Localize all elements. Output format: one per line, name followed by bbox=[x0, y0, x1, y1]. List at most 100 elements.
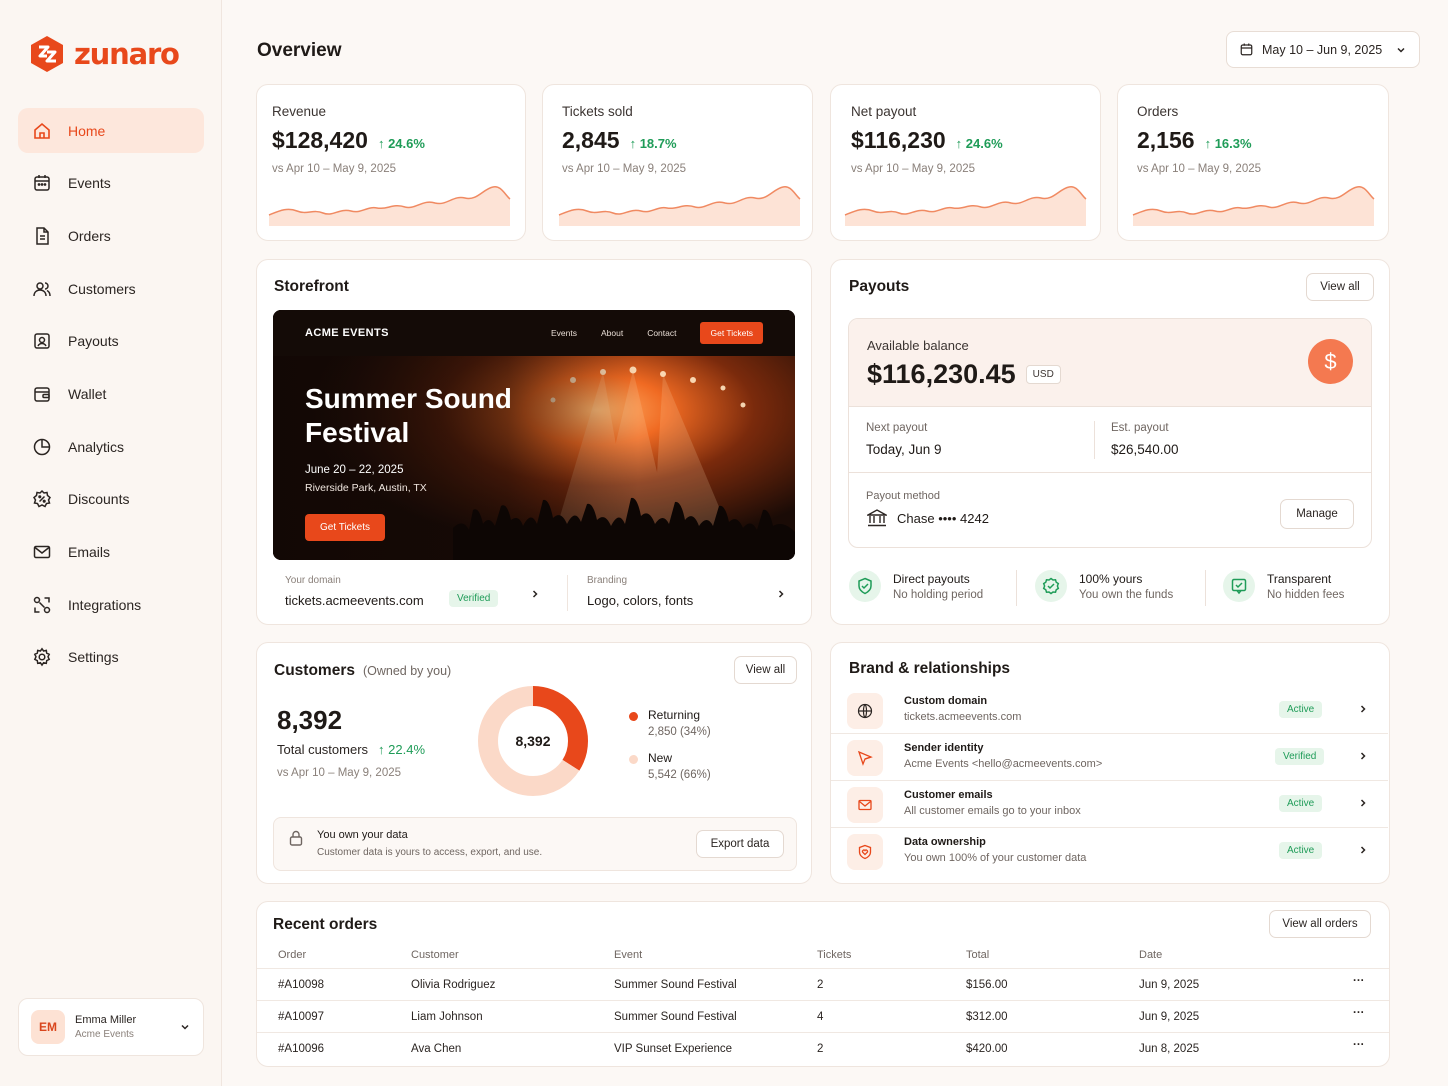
feature-subtitle: No hidden fees bbox=[1267, 588, 1345, 601]
customers-delta-value: 22.4% bbox=[388, 742, 426, 757]
order-tickets: 4 bbox=[817, 1011, 824, 1023]
sidebar-item-label: Integrations bbox=[68, 596, 142, 613]
send-icon bbox=[847, 740, 883, 776]
integrations-icon bbox=[33, 596, 51, 613]
stat-label: Net payout bbox=[851, 104, 917, 119]
brand-row-data-ownership[interactable]: Data ownership You own 100% of your cust… bbox=[831, 828, 1388, 875]
divider bbox=[1016, 570, 1017, 606]
feature-direct-payouts: Direct payouts No holding period bbox=[849, 570, 983, 602]
pie-chart-icon bbox=[33, 438, 51, 455]
storefront-preview-brand: ACME EVENTS bbox=[305, 327, 389, 339]
order-customer: Olivia Rodriguez bbox=[411, 979, 496, 991]
logo[interactable]: zunaro bbox=[28, 34, 180, 74]
status-badge: Verified bbox=[1275, 748, 1325, 765]
order-total: $420.00 bbox=[966, 1043, 1008, 1055]
next-payout-value: Today, Jun 9 bbox=[866, 442, 942, 457]
table-row[interactable]: #A10097 Liam Johnson Summer Sound Festiv… bbox=[257, 1000, 1389, 1032]
customers-header: Customers (Owned by you) bbox=[274, 662, 451, 680]
storefront-preview[interactable]: ACME EVENTS Events About Contact Get Tic… bbox=[273, 310, 795, 560]
stat-value-row: 2,845 ↑ 18.7% bbox=[562, 127, 677, 154]
chevron-right-icon bbox=[778, 590, 784, 598]
dollar-icon: $ bbox=[1308, 339, 1353, 384]
calendar-icon bbox=[1240, 43, 1253, 56]
more-actions-icon[interactable]: ··· bbox=[1353, 1039, 1365, 1051]
sidebar: zunaro Home Events Orders Customers Payo… bbox=[0, 0, 222, 1086]
stat-compare: vs Apr 10 – May 9, 2025 bbox=[851, 163, 976, 175]
customers-card: Customers (Owned by you) View all 8,392 … bbox=[256, 642, 812, 884]
stat-label: Revenue bbox=[272, 104, 327, 119]
recent-orders-title: Recent orders bbox=[273, 916, 378, 933]
brand-row-sender-identity[interactable]: Sender identity Acme Events <hello@acmee… bbox=[831, 734, 1388, 781]
customers-subtitle: (Owned by you) bbox=[362, 664, 452, 678]
stat-compare: vs Apr 10 – May 9, 2025 bbox=[562, 163, 687, 175]
sidebar-item-label: Emails bbox=[68, 544, 111, 560]
sidebar-item-wallet[interactable]: Wallet bbox=[18, 371, 204, 416]
storefront-preview-link[interactable]: Contact bbox=[647, 328, 676, 338]
storefront-preview-link[interactable]: Events bbox=[551, 328, 577, 338]
badge-check-icon bbox=[1035, 570, 1067, 602]
payouts-view-all-button[interactable]: View all bbox=[1306, 273, 1374, 301]
user-org: Acme Events bbox=[75, 1029, 134, 1040]
more-actions-icon[interactable]: ··· bbox=[1353, 1007, 1365, 1019]
payout-method-label: Payout method bbox=[866, 490, 940, 502]
receipt-check-icon bbox=[1223, 570, 1255, 602]
stat-value: 2,156 bbox=[1137, 127, 1195, 153]
legend-new-label: New bbox=[648, 751, 673, 765]
order-customer: Ava Chen bbox=[411, 1043, 462, 1055]
table-row[interactable]: #A10096 Ava Chen VIP Sunset Experience 2… bbox=[257, 1032, 1389, 1064]
balance-row: $116,230.45 USD bbox=[867, 359, 1061, 390]
date-range-label: May 10 – Jun 9, 2025 bbox=[1262, 42, 1383, 57]
brand-row-custom-domain[interactable]: Custom domain tickets.acmeevents.com Act… bbox=[831, 687, 1388, 734]
column-header: Total bbox=[966, 949, 990, 961]
est-payout-label: Est. payout bbox=[1111, 422, 1169, 434]
shield-heart-icon bbox=[847, 834, 883, 870]
table-row[interactable]: #A10098 Olivia Rodriguez Summer Sound Fe… bbox=[257, 968, 1389, 1000]
user-menu[interactable]: EM Emma Miller Acme Events bbox=[18, 998, 204, 1056]
sidebar-item-integrations[interactable]: Integrations bbox=[18, 582, 204, 627]
domain-row[interactable]: Your domain tickets.acmeevents.com Verif… bbox=[273, 572, 547, 616]
sidebar-item-orders[interactable]: Orders bbox=[18, 213, 204, 258]
more-actions-icon[interactable]: ··· bbox=[1353, 975, 1365, 987]
chevron-down-icon bbox=[181, 1024, 189, 1030]
page-title: Overview bbox=[257, 40, 342, 61]
payout-schedule: Next payout Today, Jun 9 Est. payout $26… bbox=[849, 407, 1371, 473]
manage-payout-method-button[interactable]: Manage bbox=[1280, 499, 1354, 529]
export-data-button[interactable]: Export data bbox=[696, 830, 784, 858]
domain-label: Your domain bbox=[285, 575, 341, 586]
balance-label: Available balance bbox=[867, 338, 969, 353]
customers-total-label: Total customers bbox=[277, 742, 369, 757]
sidebar-item-emails[interactable]: Emails bbox=[18, 530, 204, 575]
brand-row-title: Customer emails bbox=[904, 789, 993, 801]
feature-title: Direct payouts bbox=[893, 571, 970, 586]
balance-header: Available balance $116,230.45 USD $ bbox=[849, 319, 1371, 407]
customers-compare: vs Apr 10 – May 9, 2025 bbox=[277, 767, 402, 779]
stat-value: 2,845 bbox=[562, 127, 620, 153]
sparkline bbox=[268, 186, 511, 226]
feature-100-yours: 100% yours You own the funds bbox=[1035, 570, 1173, 602]
sidebar-item-payouts[interactable]: Payouts bbox=[18, 319, 204, 364]
customers-view-all-button[interactable]: View all bbox=[734, 656, 797, 684]
sparkline bbox=[558, 186, 801, 226]
storefront-preview-link[interactable]: About bbox=[601, 328, 623, 338]
branding-label: Branding bbox=[587, 575, 628, 586]
view-all-orders-button[interactable]: View all orders bbox=[1269, 910, 1371, 938]
sidebar-item-customers[interactable]: Customers bbox=[18, 266, 204, 311]
brand-row-customer-emails[interactable]: Customer emails All customer emails go t… bbox=[831, 781, 1388, 828]
storefront-preview-nav-cta[interactable]: Get Tickets bbox=[700, 322, 763, 344]
date-range-picker[interactable]: May 10 – Jun 9, 2025 bbox=[1226, 31, 1420, 68]
storefront-preview-cta[interactable]: Get Tickets bbox=[305, 514, 386, 541]
sparkline bbox=[1132, 186, 1375, 226]
brand-row-subtitle: All customer emails go to your inbox bbox=[904, 805, 1081, 817]
payouts-title: Payouts bbox=[849, 278, 910, 295]
stat-label: Orders bbox=[1137, 104, 1179, 119]
order-event: VIP Sunset Experience bbox=[614, 1043, 733, 1055]
sidebar-item-settings[interactable]: Settings bbox=[18, 635, 204, 680]
sidebar-item-analytics[interactable]: Analytics bbox=[18, 424, 204, 469]
brand-row-subtitle: Acme Events <hello@acmeevents.com> bbox=[904, 758, 1103, 770]
sidebar-item-home[interactable]: Home bbox=[18, 108, 204, 153]
sidebar-item-events[interactable]: Events bbox=[18, 161, 204, 206]
branding-row[interactable]: Branding Logo, colors, fonts bbox=[575, 572, 795, 616]
brand-row-title: Sender identity bbox=[904, 742, 984, 754]
sidebar-item-discounts[interactable]: Discounts bbox=[18, 477, 204, 522]
stat-delta-value: 24.6% bbox=[388, 136, 425, 151]
